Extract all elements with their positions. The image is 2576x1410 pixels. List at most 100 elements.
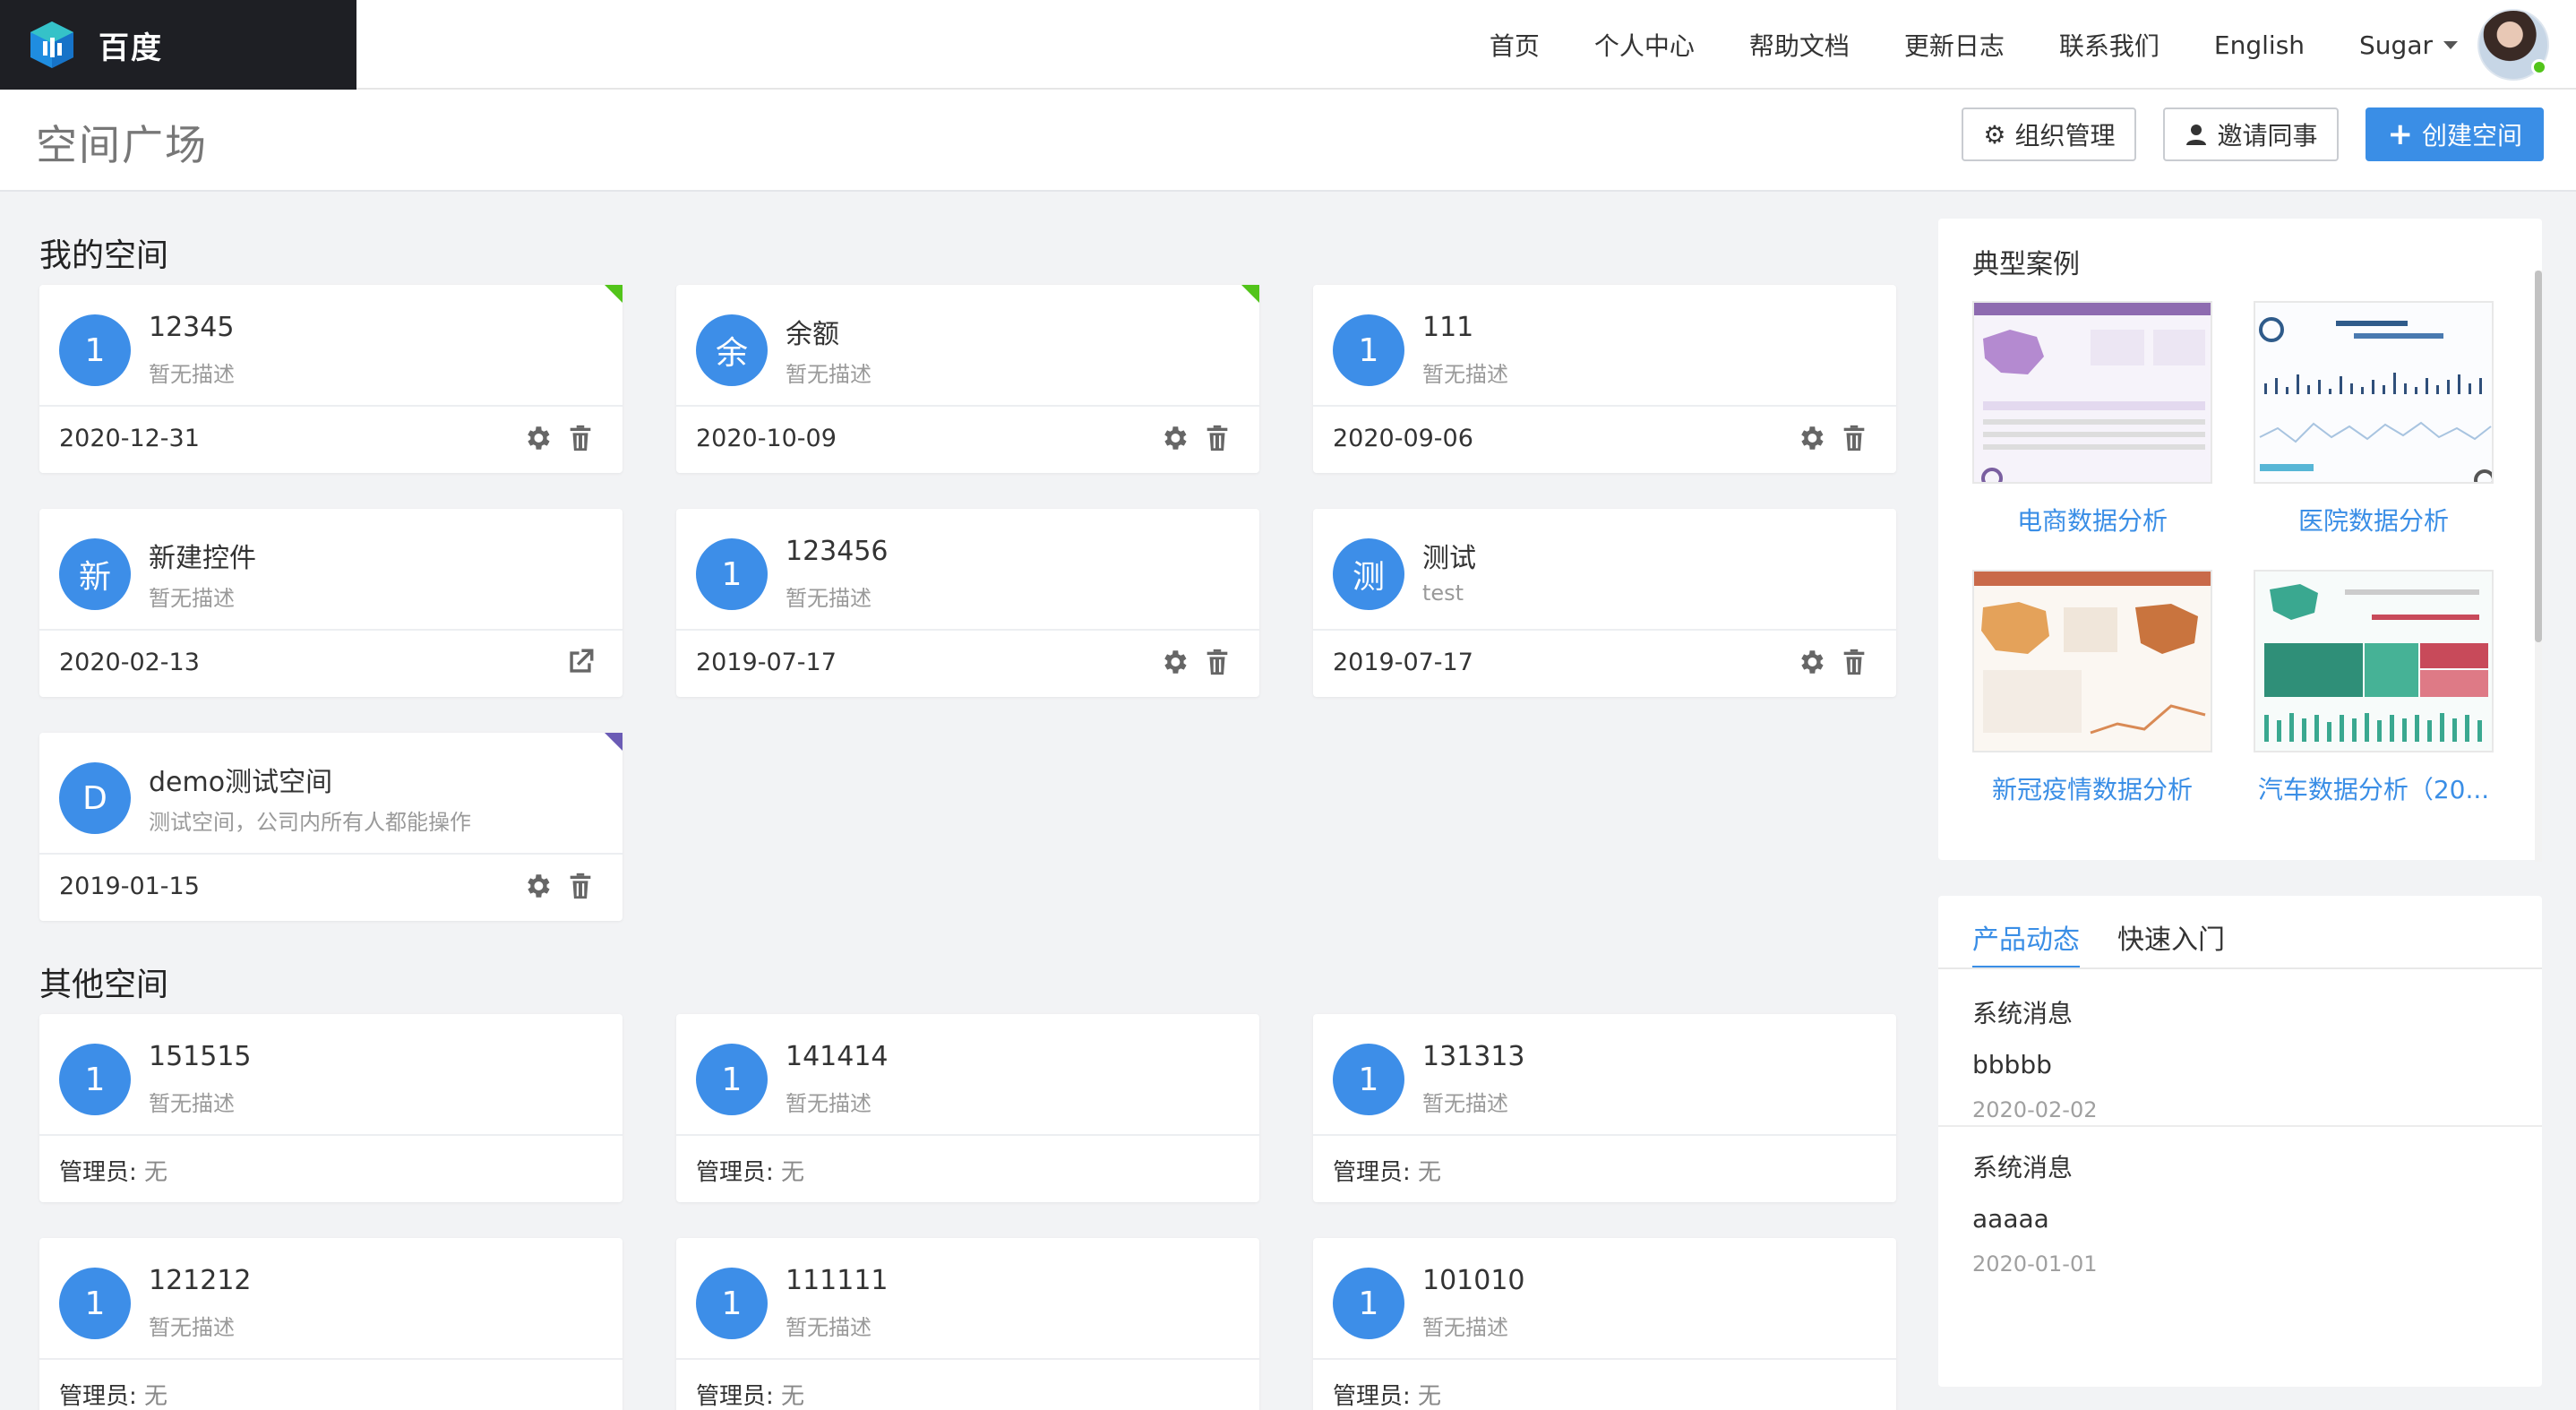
space-card[interactable]: 1 121212 暂无描述管理员: 无 [39,1238,623,1410]
create-space-button[interactable]: + 创建空间 [2366,107,2544,161]
admin-value: 无 [144,1383,168,1410]
space-card[interactable]: 测测试 test 2019-07-17 [1313,509,1896,697]
space-name[interactable]: 新建控件 [149,536,256,575]
space-card-footer: 管理员: 无 [676,1360,1259,1410]
space-card-header[interactable]: 1 141414 暂无描述 [676,1014,1259,1136]
space-card[interactable]: 余余额 暂无描述 2020-10-09 [676,285,1259,473]
space-date: 2020-12-31 [59,425,200,452]
nav-home[interactable]: 首页 [1490,27,1540,63]
avatar[interactable] [2477,9,2549,81]
space-description: 暂无描述 [1422,362,1508,387]
space-actions [1783,647,1869,677]
gear-icon[interactable] [1796,647,1826,677]
nav-language[interactable]: English [2214,30,2305,60]
admin-label: 管理员: [59,1383,137,1410]
admin-value: 无 [781,1159,805,1186]
case-label[interactable]: 新冠疫情数据分析 [1972,770,2212,806]
org-manage-button[interactable]: ⚙ 组织管理 [1962,107,2137,161]
space-admin: 管理员: 无 [696,1154,804,1187]
space-card[interactable]: 1 131313 暂无描述 管理员: 无 [1313,1014,1896,1202]
news-item[interactable]: 系统消息 aaaaa 2020-01-01 [1972,1148,2097,1277]
case-label[interactable]: 医院数据分析 [2254,502,2494,537]
nav-help-docs[interactable]: 帮助文档 [1749,27,1850,63]
space-actions [1146,423,1232,453]
space-card[interactable]: 1 141414 暂无描述管理员: 无 [676,1014,1259,1202]
trash-icon[interactable] [565,871,596,901]
trash-icon[interactable] [1839,647,1869,677]
space-name[interactable]: 141414 [786,1041,889,1072]
space-name[interactable]: 测试 [1422,536,1476,575]
space-card[interactable]: Ddemo测试空间 测试空间，公司内所有人都能操作 2019-01-15 [39,733,623,921]
news-type: 系统消息 [1972,999,2074,1028]
space-name[interactable]: 12345 [149,312,234,343]
space-card-header[interactable]: Ddemo测试空间 测试空间，公司内所有人都能操作 [39,733,623,855]
nav-changelog[interactable]: 更新日志 [1904,27,2005,63]
case-thumbnail[interactable] [2254,301,2494,484]
invite-colleague-button[interactable]: 邀请同事 [2163,107,2340,161]
space-card-header[interactable]: 1 111 暂无描述 [1313,285,1896,407]
news-item[interactable]: 系统消息 bbbbb 2020-02-02 [1972,994,2097,1122]
space-name[interactable]: 121212 [149,1265,252,1296]
trash-icon[interactable] [1202,647,1232,677]
space-name[interactable]: 131313 [1422,1041,1525,1072]
trash-icon[interactable] [1202,423,1232,453]
nav-contact[interactable]: 联系我们 [2059,27,2160,63]
space-card-header[interactable]: 新新建控件 暂无描述 [39,509,623,631]
space-card[interactable]: 1 12345 暂无描述 2020-12-31 [39,285,623,473]
trash-icon[interactable] [1839,423,1869,453]
admin-value: 无 [1418,1383,1442,1410]
space-name[interactable]: 101010 [1422,1265,1525,1296]
space-card-header[interactable]: 1 101010 暂无描述 [1313,1238,1896,1360]
case-thumbnail[interactable] [2254,570,2494,752]
gear-icon[interactable] [1159,647,1189,677]
space-card[interactable]: 1 123456 暂无描述 2019-07-17 [676,509,1259,697]
space-avatar: 1 [696,538,768,610]
admin-value: 无 [144,1159,168,1186]
create-space-label: 创建空间 [2421,121,2522,150]
nav-profile[interactable]: 个人中心 [1594,27,1695,63]
case-auto[interactable]: 汽车数据分析（20... [2254,570,2494,806]
space-name[interactable]: 123456 [786,536,889,567]
case-hospital[interactable]: 医院数据分析 [2254,301,2494,537]
space-card-header[interactable]: 1 12345 暂无描述 [39,285,623,407]
case-thumbnail[interactable] [1972,301,2212,484]
news-type: 系统消息 [1972,1153,2074,1182]
user-menu[interactable]: Sugar [2359,9,2549,81]
case-ecommerce[interactable]: 电商数据分析 [1972,301,2212,537]
space-card[interactable]: 1 111 暂无描述 2020-09-06 [1313,285,1896,473]
gear-icon[interactable] [522,423,553,453]
case-label[interactable]: 电商数据分析 [1972,502,2212,537]
space-card-header[interactable]: 1 151515 暂无描述 [39,1014,623,1136]
case-label[interactable]: 汽车数据分析（20... [2254,770,2494,806]
space-card-header[interactable]: 1 123456 暂无描述 [676,509,1259,631]
gear-icon[interactable] [1159,423,1189,453]
space-name[interactable]: demo测试空间 [149,760,332,799]
tab-quick-start[interactable]: 快速入门 [2117,896,2225,969]
space-actions [1146,647,1232,677]
tab-product-news[interactable]: 产品动态 [1972,896,2080,969]
space-card[interactable]: 1 101010 暂无描述 管理员: 无 [1313,1238,1896,1410]
space-card-header[interactable]: 1 111111 暂无描述 [676,1238,1259,1360]
space-card-header[interactable]: 余余额 暂无描述 [676,285,1259,407]
external-link-icon[interactable] [565,647,596,677]
space-card[interactable]: 新新建控件 暂无描述 2020-02-13 [39,509,623,697]
space-card[interactable]: 1 111111 暂无描述 管理员: 无 [676,1238,1259,1410]
case-covid[interactable]: 新冠疫情数据分析 [1972,570,2212,806]
space-card-header[interactable]: 测测试 test [1313,509,1896,631]
space-name[interactable]: 111 [1422,312,1473,343]
dashboard-preview-icon [1974,572,2211,751]
space-card[interactable]: 1 151515 暂无描述 管理员: 无 [39,1014,623,1202]
space-card-footer: 管理员: 无 [1313,1136,1896,1202]
space-avatar: 1 [1333,1044,1404,1115]
cases-scrollbar-thumb[interactable] [2535,271,2542,642]
space-name[interactable]: 111111 [786,1265,889,1296]
space-name[interactable]: 151515 [149,1041,252,1072]
gear-icon[interactable] [1796,423,1826,453]
gear-icon[interactable] [522,871,553,901]
space-card-header[interactable]: 1 131313 暂无描述 [1313,1014,1896,1136]
space-card-header[interactable]: 1 121212 暂无描述 [39,1238,623,1360]
case-thumbnail[interactable] [1972,570,2212,752]
brand-logo[interactable]: 百度 [0,0,356,90]
space-name[interactable]: 余额 [786,312,839,351]
trash-icon[interactable] [565,423,596,453]
